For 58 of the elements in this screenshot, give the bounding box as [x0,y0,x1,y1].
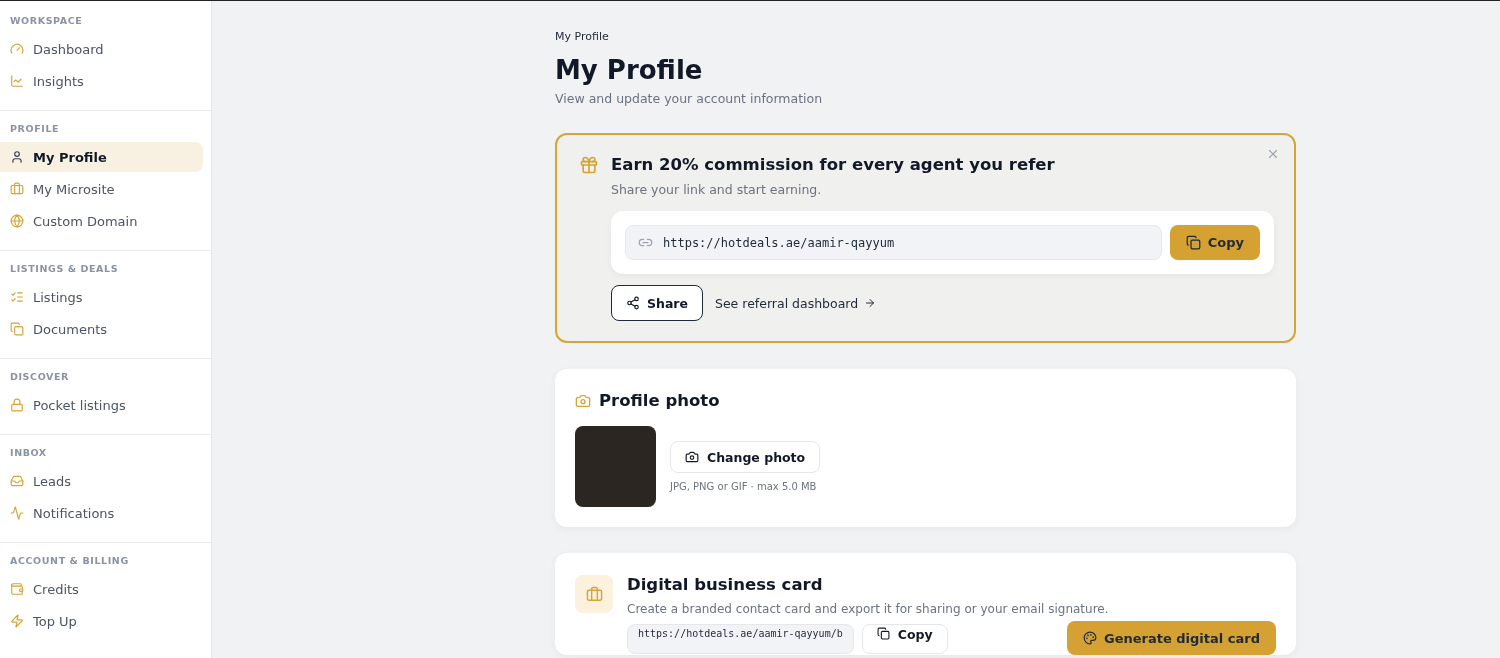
user-icon [10,150,24,164]
globe-icon [10,214,24,228]
close-button[interactable] [1266,147,1280,161]
generate-card-button[interactable]: Generate digital card [1067,621,1276,655]
camera-icon [575,392,591,409]
page-title: My Profile [555,55,704,85]
section-heading: DISCOVER [9,371,70,384]
sidebar-item[interactable]: Insights [0,66,203,96]
checklist-icon [10,290,24,304]
pulse-icon [10,506,24,520]
gift-icon [579,155,599,175]
inbox-icon [10,474,24,488]
sidebar-item[interactable]: Custom Domain [0,206,203,236]
page-subtitle: View and update your account information [555,91,824,106]
copy-button[interactable]: Copy [1169,225,1260,260]
breadcrumb: My Profile [555,30,610,43]
section-heading: WORKSPACE [9,15,84,28]
palette-icon [1083,631,1097,645]
card-link-field[interactable]: https://hotdeals.ae/aamir-qayyum/b [627,624,854,654]
sidebar-item[interactable]: Pocket listings [0,390,203,420]
sidebar-item[interactable]: Dashboard [0,34,203,64]
card-description: Create a branded contact card and export it for sharing or your email signature. [627,602,1110,616]
gauge-icon [10,42,24,56]
section-heading: PROFILE [9,123,61,136]
briefcase-icon [10,182,24,196]
arrow-right-icon [864,297,877,309]
sidebar-item[interactable]: Credits [0,574,203,604]
section-heading: ACCOUNT & BILLING [9,555,130,568]
sidebar-item[interactable]: My Profile [0,142,203,172]
copy-icon [876,627,890,640]
lightning-icon [10,614,24,628]
briefcase-drawing [585,585,603,603]
share-icon [626,296,640,310]
lock-icon [10,398,24,412]
card-title: Profile photo [599,391,720,410]
share-button[interactable]: Share [611,285,703,321]
close-icon [1266,147,1280,161]
change-photo-button[interactable]: Change photo [670,441,821,473]
sidebar-item[interactable]: Top Up [0,606,203,636]
banner-title: Earn 20% commission for every agent you refer [611,155,1056,174]
sidebar-item[interactable]: Leads [0,466,203,496]
sidebar-item[interactable]: My Microsite [0,174,203,204]
card-title: Digital business card [627,575,824,594]
line-chart-icon [10,74,24,88]
section-heading: LISTINGS & DEALS [9,263,120,276]
camera-icon [685,450,699,464]
copy-icon [10,322,24,336]
banner-subtitle: Share your link and start earning. [611,182,823,197]
copy-button[interactable]: Copy [861,624,948,654]
referral-dashboard-link[interactable]: See referral dashboard [715,295,877,311]
copy-icon [1185,235,1201,250]
sidebar-item[interactable]: Documents [0,314,203,344]
referral-link-field[interactable]: https://hotdeals.ae/aamir-qayyum [625,225,1162,260]
section-heading: INBOX [9,447,48,460]
sidebar-item[interactable]: Notifications [0,498,203,528]
photo-hint: JPG, PNG or GIF · max 5.0 MB [670,481,818,492]
wallet-icon [10,582,24,596]
sidebar-item[interactable]: Listings [0,282,203,312]
